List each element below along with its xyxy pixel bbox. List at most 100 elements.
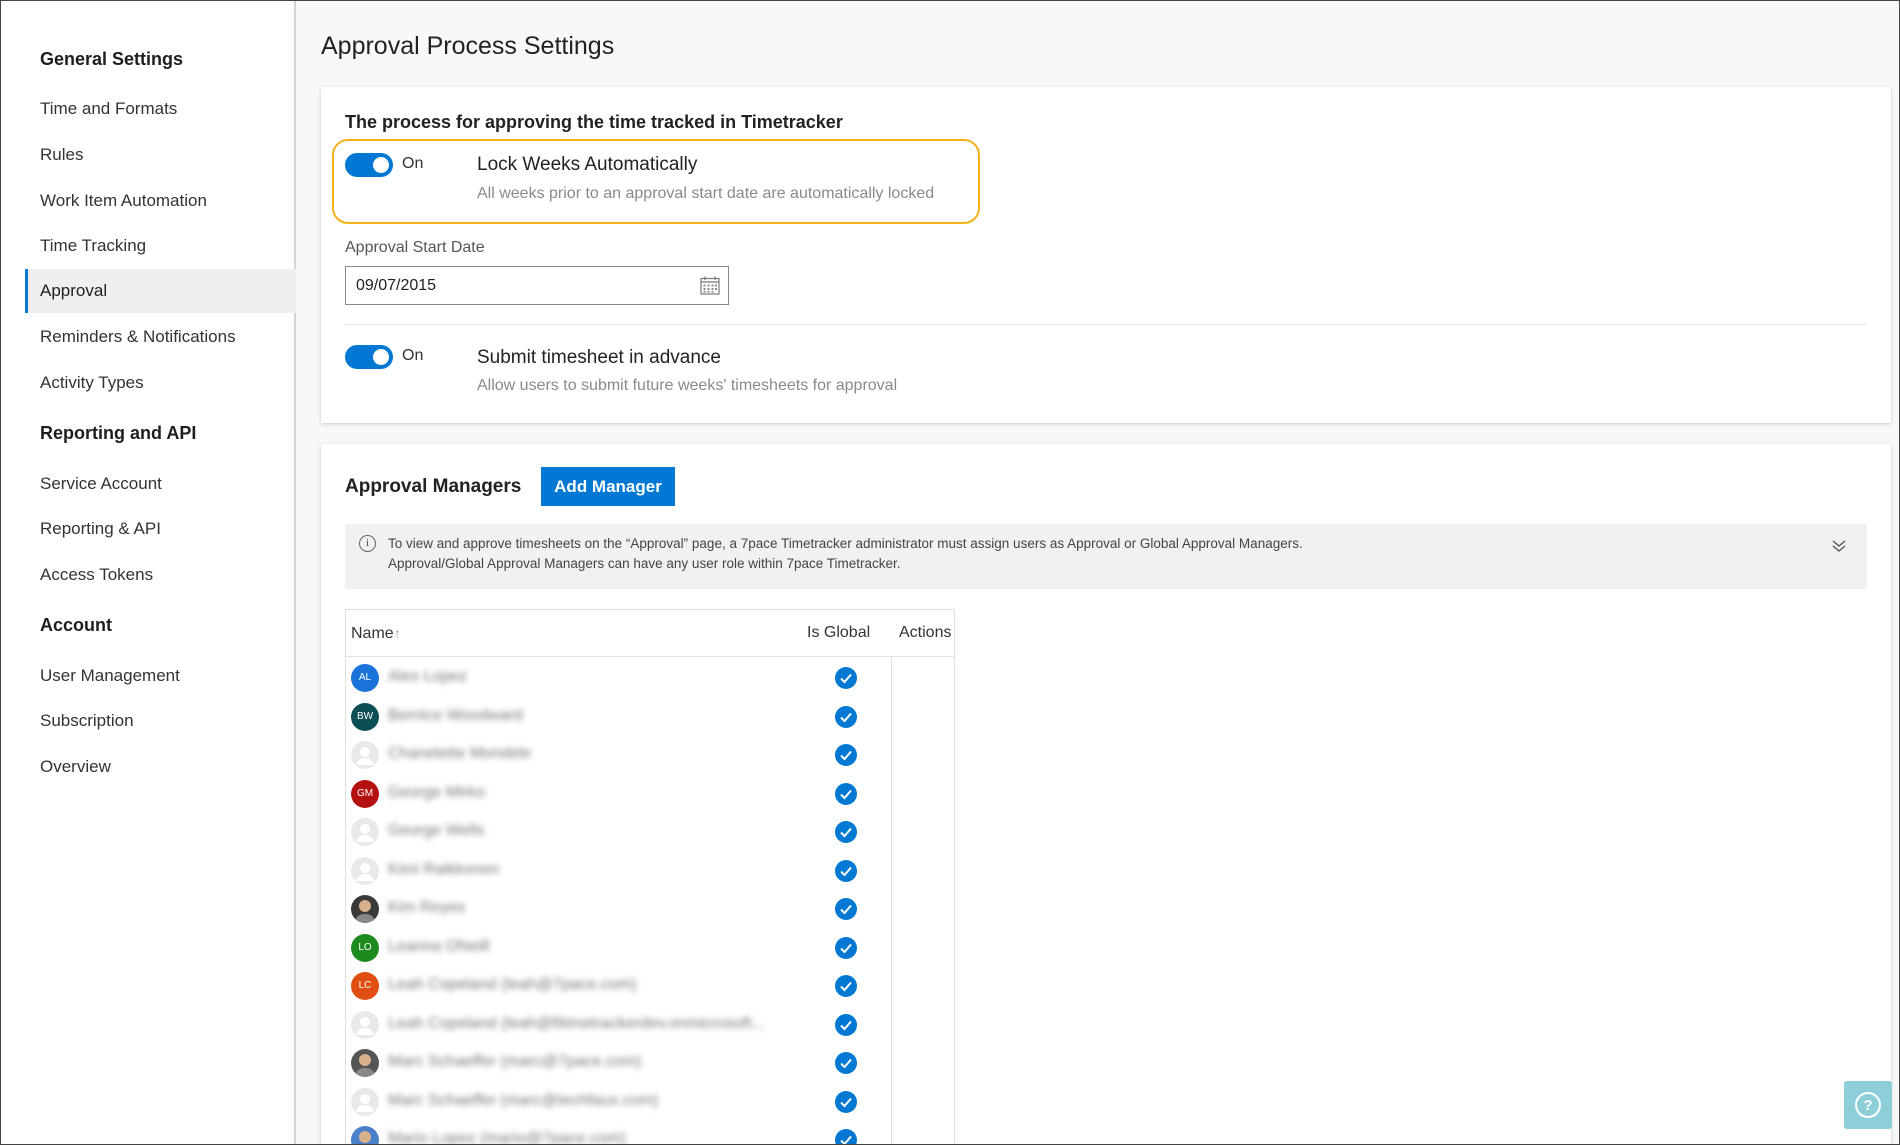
manager-name: George Mirko xyxy=(388,783,485,801)
default-user-icon xyxy=(356,747,374,765)
table-row[interactable]: LO Leanna ONeill xyxy=(346,929,891,967)
table-row[interactable]: AL Alex Lopez xyxy=(346,659,891,697)
sidebar-section-account: Account xyxy=(40,615,112,635)
sidebar-item-access-tokens[interactable]: Access Tokens xyxy=(25,553,296,597)
approval-start-date-input[interactable]: 09/07/2015 xyxy=(345,266,729,305)
calendar-icon[interactable] xyxy=(700,276,720,295)
sidebar-item-overview[interactable]: Overview xyxy=(25,745,296,789)
user-photo-icon xyxy=(354,1054,376,1077)
table-row[interactable]: BW Bernice Woodward xyxy=(346,698,891,736)
sidebar-item-service-account[interactable]: Service Account xyxy=(25,462,296,506)
is-global-check-icon xyxy=(835,782,857,805)
column-header-name[interactable]: Name↑ xyxy=(351,610,401,656)
is-global-check-icon xyxy=(835,667,857,689)
info-icon: i xyxy=(359,535,376,552)
manager-name: Leah Copeland (leah@7pace.com) xyxy=(388,976,637,993)
page-title: Approval Process Settings xyxy=(321,32,615,60)
help-button[interactable]: ? xyxy=(1844,1081,1892,1129)
table-row[interactable]: Chanelette Mondele xyxy=(346,736,891,774)
avatar xyxy=(351,741,379,769)
table-row[interactable]: Marc Schaeffer (marc@7pace.com) xyxy=(346,1044,891,1082)
table-row[interactable]: George Wells xyxy=(346,813,891,851)
toggle-knob xyxy=(373,349,389,365)
avatar: LO xyxy=(351,933,379,962)
avatar xyxy=(351,895,379,923)
avatar xyxy=(351,856,379,885)
process-title: The process for approving the time track… xyxy=(345,112,843,132)
sidebar-item-rules[interactable]: Rules xyxy=(25,133,296,177)
sidebar-item-time-tracking[interactable]: Time Tracking xyxy=(25,224,296,268)
sidebar-item-reporting-api[interactable]: Reporting & API xyxy=(25,507,296,551)
table-row[interactable]: LC Leah Copeland (leah@7pace.com) xyxy=(346,967,891,1005)
column-header-is-global[interactable]: Is Global xyxy=(807,610,870,656)
is-global-check-icon xyxy=(835,1013,857,1036)
manager-name: Bernice Woodward xyxy=(388,706,523,724)
avatar: AL xyxy=(351,664,379,692)
lock-weeks-highlight xyxy=(332,139,980,224)
column-header-name-label: Name xyxy=(351,625,394,642)
table-row[interactable]: Kim Reyes xyxy=(346,890,891,928)
manager-name: Marc Schaeffer (marc@7pace.com) xyxy=(388,1053,642,1070)
default-user-icon xyxy=(356,824,374,842)
approval-managers-card: Approval Managers Add Manager i To view … xyxy=(321,444,1891,1145)
add-manager-button[interactable]: Add Manager xyxy=(541,467,675,506)
avatar: GM xyxy=(351,779,379,808)
lock-weeks-toggle-label: On xyxy=(402,155,424,172)
default-user-icon xyxy=(356,862,374,881)
lock-weeks-toggle[interactable] xyxy=(345,153,393,177)
is-global-check-icon xyxy=(835,1052,857,1074)
lock-weeks-description: All weeks prior to an approval start dat… xyxy=(477,185,935,202)
sidebar-item-activity-types[interactable]: Activity Types xyxy=(25,361,296,405)
info-banner: i To view and approve timesheets on the … xyxy=(345,524,1867,589)
help-icon: ? xyxy=(1855,1092,1881,1118)
table-row[interactable]: GM George Mirko xyxy=(346,775,891,813)
sidebar-item-reminders-notifications[interactable]: Reminders & Notifications xyxy=(25,315,296,359)
sidebar-item-time-and-formats[interactable]: Time and Formats xyxy=(25,87,296,131)
user-photo-icon xyxy=(354,900,376,923)
svg-text:?: ? xyxy=(1863,1097,1872,1114)
info-text-line-2: Approval/Global Approval Managers can ha… xyxy=(388,556,901,571)
table-row[interactable]: Marc Schaeffer (marc@techfaux.com) xyxy=(346,1083,891,1121)
table-row[interactable]: Mario Lopez (mario@7pace.com) xyxy=(346,1121,891,1145)
is-global-check-icon xyxy=(835,744,857,766)
expand-chevron-icon[interactable] xyxy=(1831,538,1847,554)
approval-managers-title: Approval Managers xyxy=(345,476,522,497)
submit-advance-toggle[interactable] xyxy=(345,345,393,369)
info-text-line-1: To view and approve timesheets on the “A… xyxy=(388,536,1303,551)
column-header-actions: Actions xyxy=(899,624,952,641)
manager-name: Kimi Raikkonen xyxy=(388,860,500,878)
sidebar-item-user-management[interactable]: User Management xyxy=(25,654,296,698)
approval-start-date-value: 09/07/2015 xyxy=(356,277,437,294)
submit-advance-toggle-label: On xyxy=(402,347,424,364)
is-global-check-icon xyxy=(835,936,857,959)
is-global-check-icon xyxy=(835,821,857,843)
manager-name: Leanna ONeill xyxy=(388,937,490,955)
sidebar-item-approval[interactable]: Approval xyxy=(25,269,296,313)
sidebar-section-general-settings: General Settings xyxy=(40,49,184,69)
manager-name: Marc Schaeffer (marc@techfaux.com) xyxy=(388,1091,659,1109)
user-photo-icon xyxy=(359,1131,371,1143)
avatar: BW xyxy=(351,702,379,731)
manager-name: Alex Lopez xyxy=(388,668,468,685)
sidebar-item-work-item-automation[interactable]: Work Item Automation xyxy=(25,179,296,223)
info-text: To view and approve timesheets on the “A… xyxy=(388,534,1303,574)
manager-name: Kim Reyes xyxy=(388,899,466,916)
manager-name: George Wells xyxy=(388,822,485,839)
submit-advance-title: Submit timesheet in advance xyxy=(477,347,721,368)
avatar xyxy=(351,1126,379,1144)
table-header-divider xyxy=(346,656,954,657)
actions-column-divider xyxy=(891,656,892,1144)
sidebar-item-subscription[interactable]: Subscription xyxy=(25,699,296,743)
app-window: General Settings Time and Formats Rules … xyxy=(0,0,1900,1145)
table-row[interactable]: Leah Copeland (leah@fitimetrackerdev.onm… xyxy=(346,1006,891,1044)
avatar xyxy=(351,818,379,846)
sort-ascending-icon: ↑ xyxy=(393,625,401,641)
sidebar-section-reporting-api: Reporting and API xyxy=(40,423,197,443)
manager-name: Mario Lopez (mario@7pace.com) xyxy=(388,1130,626,1145)
table-row[interactable]: Kimi Raikkonen xyxy=(346,852,891,890)
approval-process-card: The process for approving the time track… xyxy=(321,87,1891,423)
avatar xyxy=(351,1010,379,1039)
section-divider xyxy=(345,324,1867,325)
is-global-check-icon xyxy=(835,705,857,728)
approval-start-date-label: Approval Start Date xyxy=(345,239,485,256)
